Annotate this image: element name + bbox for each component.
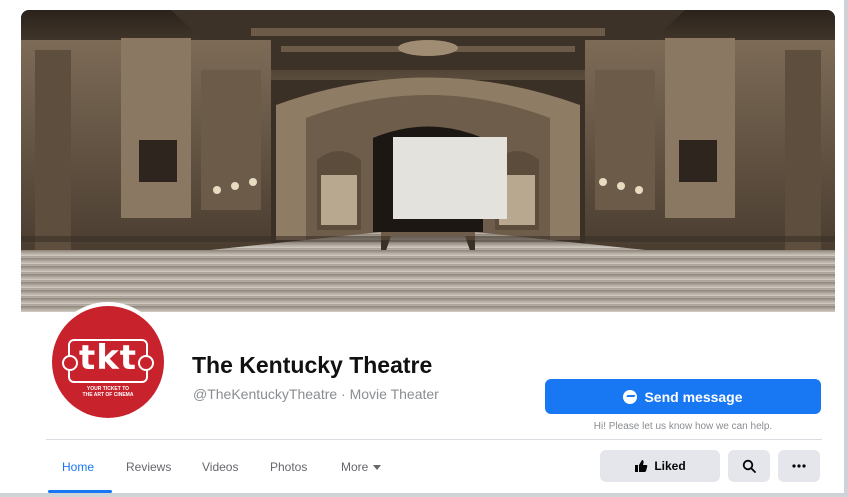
send-message-button[interactable]: Send message bbox=[545, 379, 821, 414]
send-message-label: Send message bbox=[644, 388, 743, 405]
tab-photos[interactable]: Photos bbox=[270, 460, 307, 474]
logo-text: tkt bbox=[78, 338, 138, 378]
page-frame: tkt YOUR TICKET TO THE ART OF CINEMA The… bbox=[0, 0, 848, 497]
caret-down-icon bbox=[373, 465, 382, 471]
tab-home[interactable]: Home bbox=[62, 460, 94, 474]
theatre-interior-image bbox=[21, 10, 835, 312]
tab-videos[interactable]: Videos bbox=[202, 460, 238, 474]
liked-label: Liked bbox=[654, 459, 686, 473]
tab-more[interactable]: More bbox=[341, 460, 382, 474]
tab-more-label: More bbox=[341, 460, 369, 474]
page-subtitle: @TheKentuckyTheatre · Movie Theater bbox=[193, 386, 439, 402]
messenger-icon bbox=[623, 389, 638, 404]
search-button[interactable] bbox=[728, 450, 770, 482]
tab-reviews[interactable]: Reviews bbox=[126, 460, 171, 474]
header-divider bbox=[46, 439, 822, 440]
tkt-logo: tkt YOUR TICKET TO THE ART OF CINEMA bbox=[52, 306, 164, 418]
thumbs-up-icon bbox=[635, 460, 648, 472]
search-icon bbox=[742, 459, 756, 473]
logo-tagline: YOUR TICKET TO THE ART OF CINEMA bbox=[52, 386, 164, 398]
more-options-button[interactable] bbox=[778, 450, 820, 482]
liked-button[interactable]: Liked bbox=[600, 450, 720, 482]
ellipsis-icon bbox=[792, 464, 806, 468]
profile-avatar[interactable]: tkt YOUR TICKET TO THE ART OF CINEMA bbox=[48, 302, 168, 422]
cover-photo[interactable] bbox=[21, 10, 835, 312]
page-title: The Kentucky Theatre bbox=[192, 352, 433, 378]
tab-home-underline bbox=[48, 490, 112, 493]
message-helper-text: Hi! Please let us know how we can help. bbox=[593, 421, 773, 432]
logo-tagline-line2: THE ART OF CINEMA bbox=[82, 392, 134, 398]
